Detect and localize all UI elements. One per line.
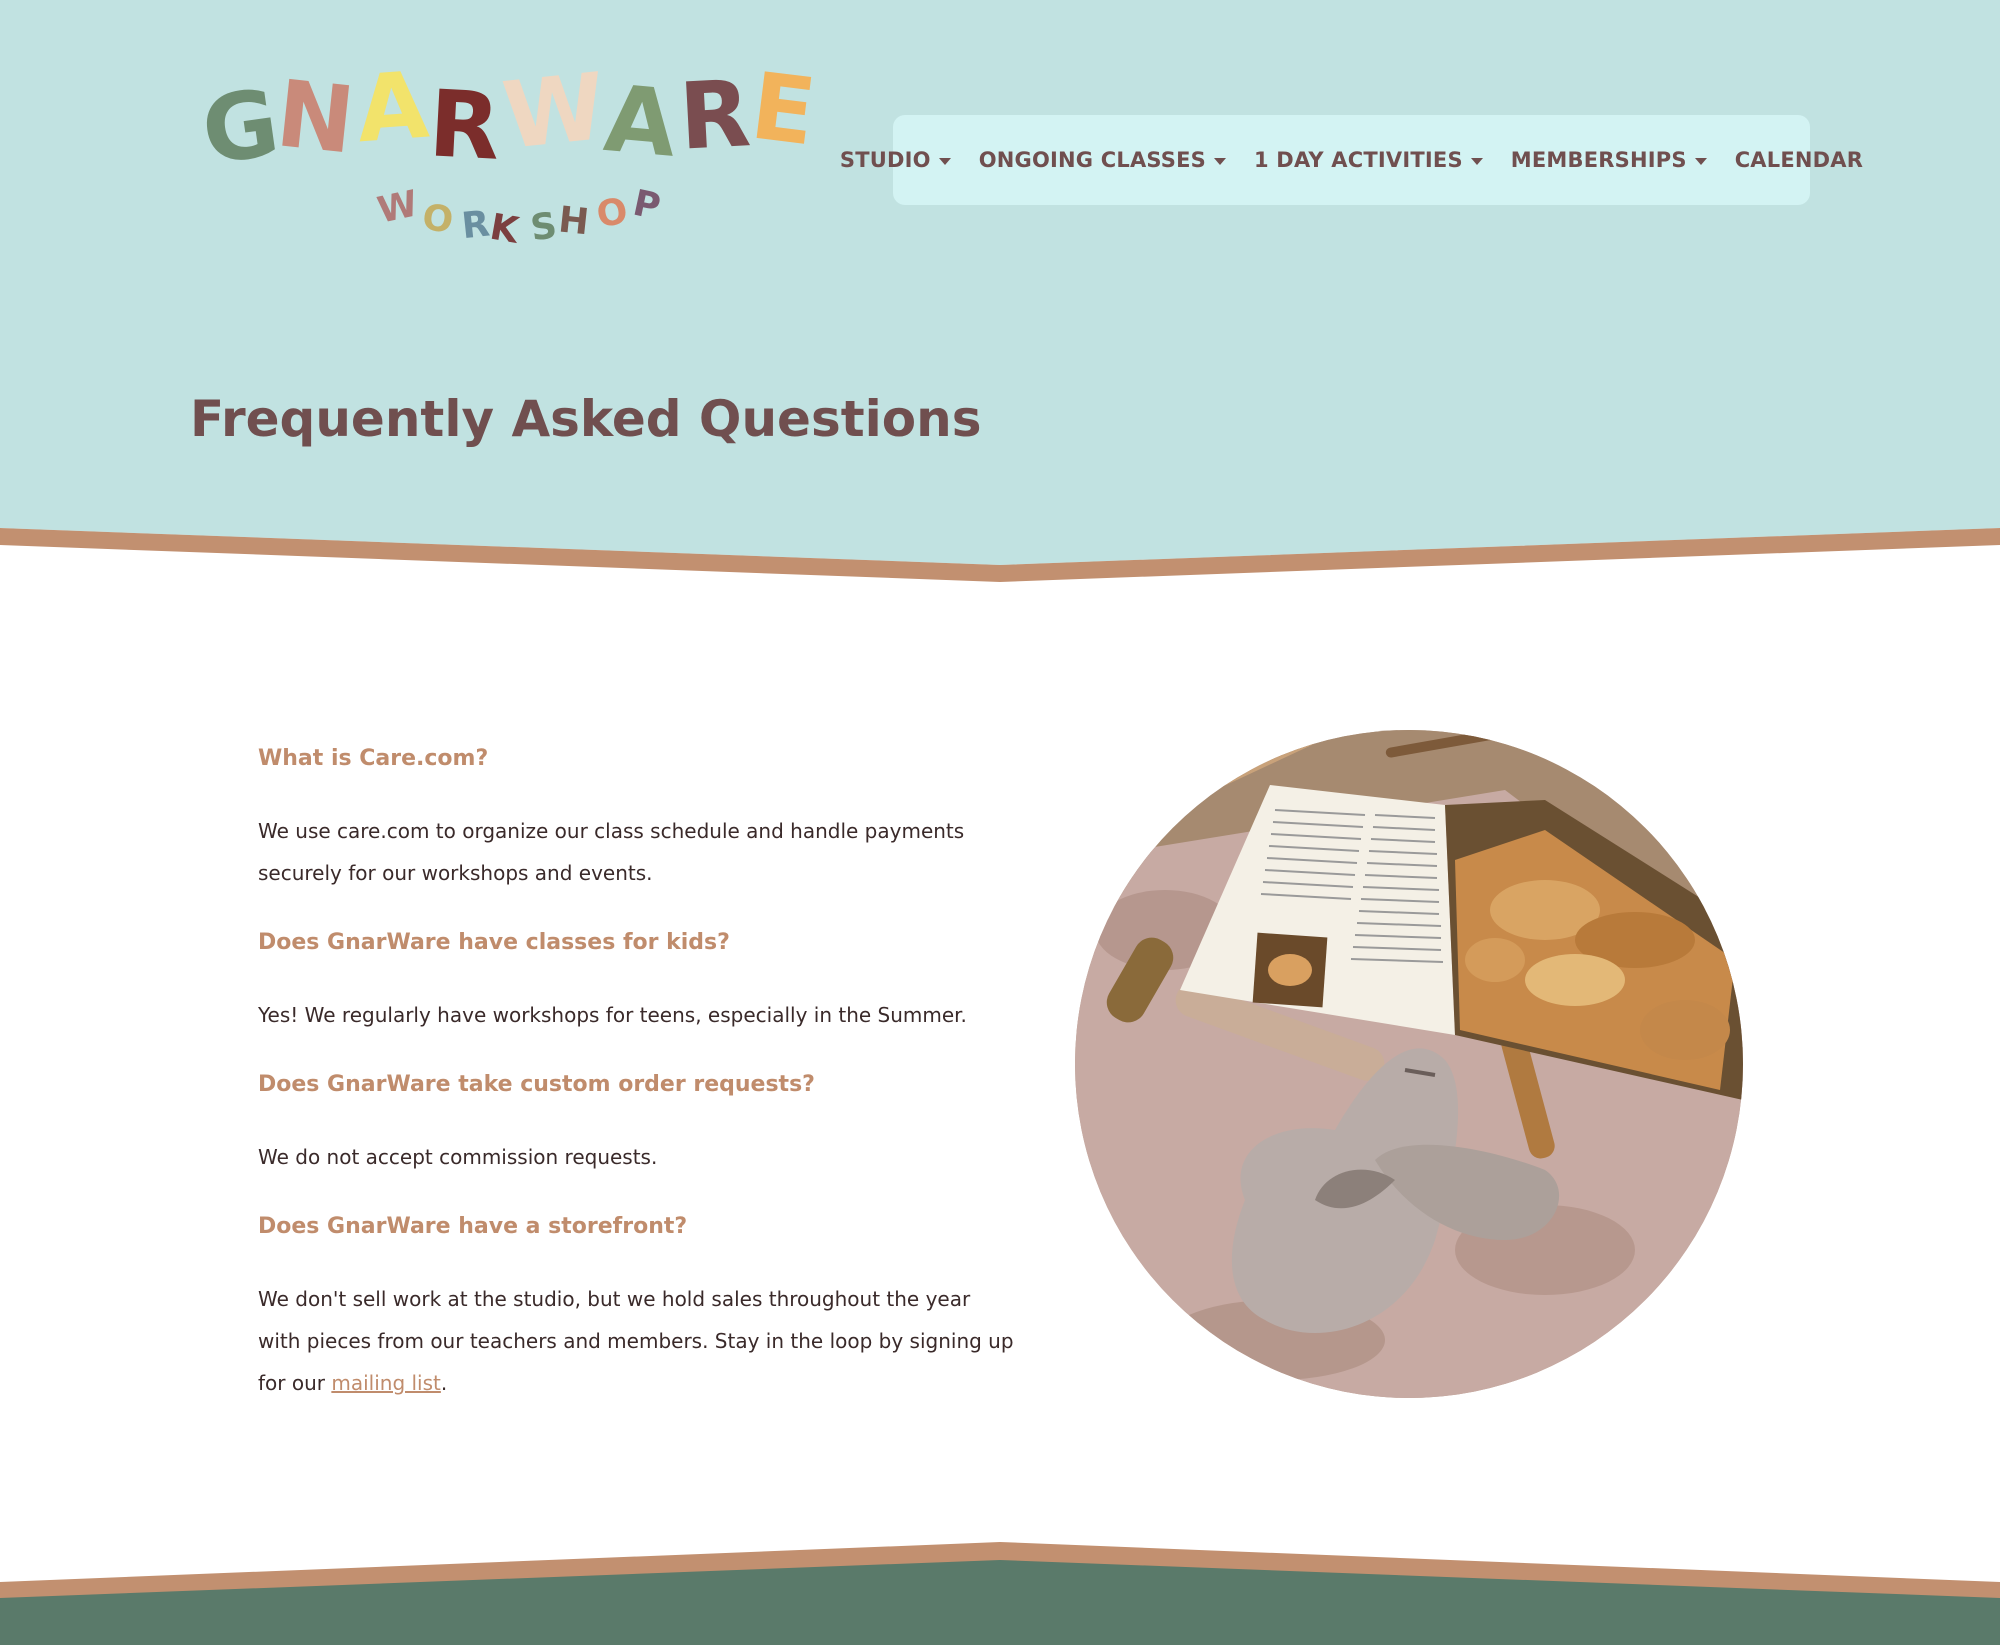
logo-letter: A: [352, 51, 432, 164]
footer-wave: [0, 1542, 2000, 1645]
faq-question: Does GnarWare have a storefront?: [258, 1214, 688, 1239]
logo-letter: N: [271, 60, 359, 175]
faq-question: Does GnarWare have classes for kids?: [258, 930, 730, 955]
logo-letter: E: [745, 52, 822, 167]
hero-section: GNARWARE WO RK SHOP STUDIO ONGOING CLASSES…: [0, 0, 2000, 600]
nav-item-ongoing-classes[interactable]: ONGOING CLASSES: [979, 148, 1226, 172]
chevron-down-icon: [1694, 157, 1707, 165]
faq-answer: We use care.com to organize our class sc…: [258, 819, 965, 885]
nav-item-1-day-activities[interactable]: 1 DAY ACTIVITIES: [1254, 148, 1483, 172]
logo-letter: S: [527, 205, 560, 250]
logo-letter: A: [600, 65, 681, 178]
nav-item-label: 1 DAY ACTIVITIES: [1253, 148, 1463, 172]
nav-item-label: STUDIO: [839, 148, 931, 172]
chevron-down-icon: [1470, 157, 1483, 165]
faq-question: What is Care.com?: [258, 746, 489, 771]
logo-letter: K: [486, 206, 522, 252]
logo-letter: W: [374, 183, 422, 232]
chevron-down-icon: [1213, 157, 1226, 165]
logo-letter: R: [460, 203, 492, 248]
logo-letter: R: [676, 60, 754, 171]
logo-subtitle: WO RK SHOP: [374, 183, 665, 252]
nav-item-label: ONGOING CLASSES: [978, 148, 1206, 172]
logo-wordmark: GNARWARE: [196, 51, 821, 186]
nav-item-calendar[interactable]: CALENDAR: [1735, 148, 1863, 172]
nav-item-label: MEMBERSHIPS: [1510, 148, 1687, 172]
chevron-down-icon: [938, 157, 951, 165]
logo-letter: O: [593, 190, 631, 237]
gnarware-logo[interactable]: GNARWARE WO RK SHOP: [196, 52, 821, 262]
logo-letter: W: [497, 52, 610, 170]
logo-letter: R: [426, 70, 503, 181]
logo-letter: O: [419, 196, 456, 242]
faq-answer: We don't sell work at the studio, but we…: [258, 1278, 1018, 1404]
nav-item-memberships[interactable]: MEMBERSHIPS: [1511, 148, 1707, 172]
logo-letter: P: [629, 182, 664, 229]
studio-photo: [1075, 730, 1743, 1398]
clay-and-book-illustration: [1075, 730, 1743, 1398]
nav-item-studio[interactable]: STUDIO: [840, 148, 951, 172]
page-title: Frequently Asked Questions: [190, 390, 982, 448]
main-nav: STUDIO ONGOING CLASSES 1 DAY ACTIVITIES …: [840, 115, 1863, 205]
faq-answer: Yes! We regularly have workshops for tee…: [258, 1003, 967, 1027]
mailing-list-link[interactable]: mailing list: [331, 1371, 441, 1395]
faq-answer: We do not accept commission requests.: [258, 1145, 658, 1169]
faq-list: What is Care.com? We use care.com to org…: [258, 738, 1018, 1432]
logo-letter: H: [556, 199, 591, 244]
faq-answer-text: .: [440, 1371, 448, 1395]
nav-item-label: CALENDAR: [1734, 148, 1864, 172]
faq-question: Does GnarWare take custom order requests…: [258, 1072, 815, 1097]
